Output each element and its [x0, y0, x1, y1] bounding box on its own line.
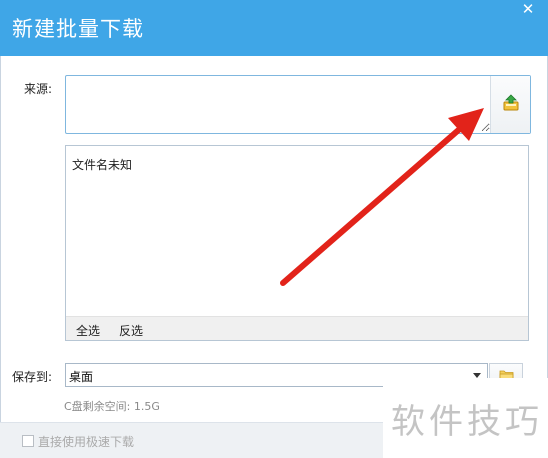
invert-selection-button[interactable]: 反选 [119, 322, 143, 339]
save-to-label: 保存到: [12, 370, 53, 384]
source-input[interactable] [67, 77, 490, 132]
save-location-value: 桌面 [69, 370, 94, 384]
watermark: 软件技巧 [391, 402, 543, 442]
free-space-text: C盘剩余空间: 1.5G [64, 400, 160, 413]
file-list: 文件名未知 全选 反选 [65, 145, 529, 341]
watermark-panel: 软件技巧 [383, 378, 548, 458]
source-field [65, 75, 531, 134]
fast-download-label: 直接使用极速下载 [38, 435, 135, 449]
import-button[interactable] [490, 76, 530, 133]
fast-download-checkbox[interactable] [22, 435, 34, 447]
source-label: 来源: [24, 82, 53, 96]
title-bar: 新建批量下载 ✕ [0, 0, 548, 56]
list-item[interactable]: 文件名未知 [72, 156, 132, 173]
upload-icon [503, 94, 519, 111]
window-title: 新建批量下载 [12, 17, 144, 41]
close-button[interactable]: ✕ [508, 0, 548, 18]
close-icon: ✕ [521, 0, 535, 18]
select-all-button[interactable]: 全选 [76, 322, 100, 339]
list-footer: 全选 反选 [66, 316, 528, 340]
